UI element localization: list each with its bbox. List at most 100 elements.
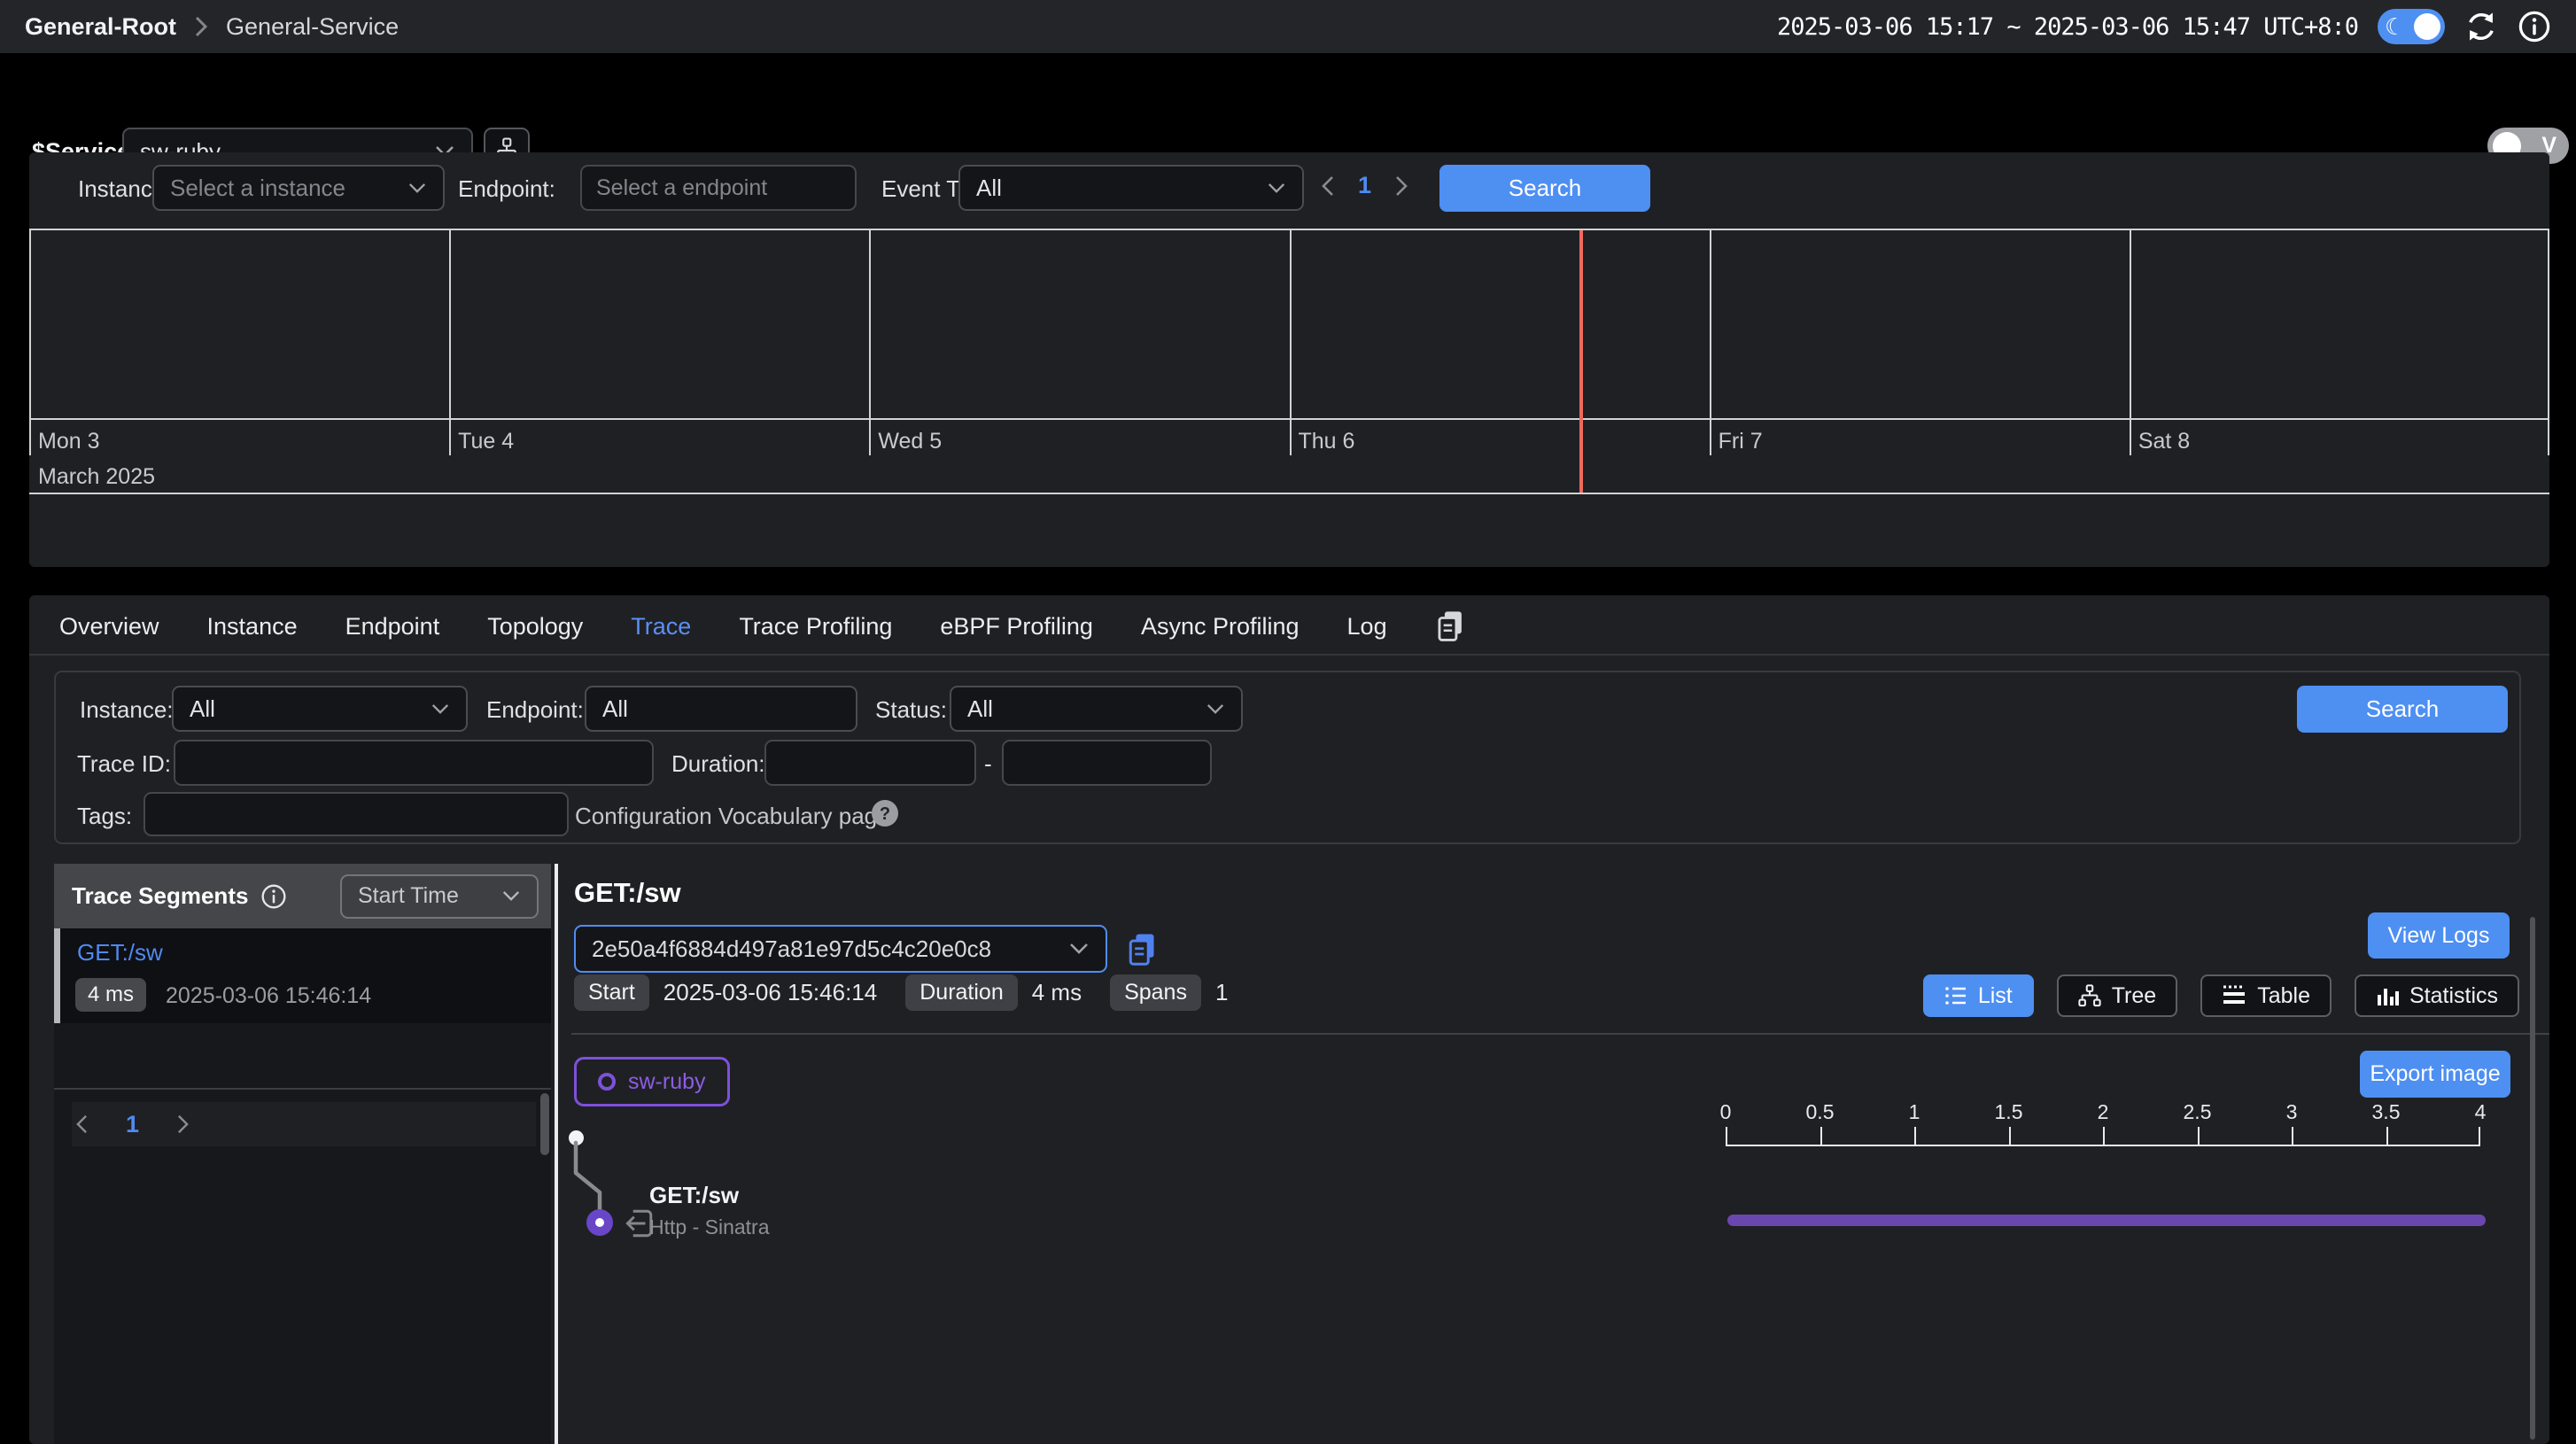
refresh-icon[interactable]	[2464, 10, 2498, 43]
segment-endpoint-link[interactable]: GET:/sw	[77, 939, 163, 967]
axis-tick	[2292, 1127, 2293, 1145]
segment-duration-badge: 4 ms	[75, 978, 146, 1012]
top-bar: General-Root General-Service 2025-03-06 …	[0, 0, 2576, 53]
event-instance-select[interactable]: Select a instance	[152, 165, 445, 211]
view-table-button[interactable]: Table	[2200, 974, 2332, 1017]
export-image-button[interactable]: Export image	[2360, 1051, 2510, 1098]
duration-label: Duration:	[671, 750, 765, 778]
tab-trace-profiling[interactable]: Trace Profiling	[739, 613, 892, 640]
breadcrumb-root[interactable]: General-Root	[25, 13, 176, 41]
span-endpoint-name[interactable]: GET:/sw	[649, 1182, 739, 1209]
duration-min-input[interactable]	[764, 740, 976, 786]
start-badge: Start	[574, 974, 649, 1011]
day-label: Tue 4	[458, 429, 514, 454]
axis-tick-label: 0.5	[1806, 1100, 1835, 1124]
prev-page-icon[interactable]	[1321, 175, 1335, 198]
view-tree-label: Tree	[2112, 983, 2156, 1009]
axis-tick-label: 1.5	[1995, 1100, 2023, 1124]
breadcrumb-current[interactable]: General-Service	[226, 13, 399, 41]
trace-filter-card: Instance: All Endpoint: All Status: All …	[54, 671, 2521, 844]
vocabulary-link[interactable]: Configuration Vocabulary page	[575, 803, 890, 830]
day-label: Thu 6	[1299, 429, 1355, 454]
view-logs-button[interactable]: View Logs	[2368, 912, 2510, 959]
trace-id-label: Trace ID:	[77, 750, 171, 778]
legend-service-chip[interactable]: sw-ruby	[574, 1057, 730, 1106]
view-list-button[interactable]: List	[1923, 974, 2034, 1017]
event-search-button[interactable]: Search	[1439, 165, 1650, 212]
event-type-select[interactable]: All	[958, 165, 1304, 211]
events-panel: Instance: Select a instance Endpoint: Ev…	[29, 152, 2549, 567]
tab-topology[interactable]: Topology	[487, 613, 583, 640]
breadcrumb: General-Root General-Service	[25, 13, 399, 41]
segments-sort-select[interactable]: Start Time	[340, 874, 539, 919]
tab-endpoint[interactable]: Endpoint	[345, 613, 440, 640]
page-number[interactable]: 1	[1358, 172, 1371, 199]
trace-segment-item[interactable]: GET:/sw 4 ms 2025-03-06 15:46:14	[54, 928, 551, 1023]
tab-instance[interactable]: Instance	[207, 613, 298, 640]
filter-status-label: Status:	[875, 696, 947, 724]
trace-search-button[interactable]: Search	[2297, 686, 2508, 733]
chevron-down-icon	[431, 703, 450, 716]
events-calendar-timeline[interactable]: Mon 3 Tue 4 Wed 5 Thu 6 Fri 7 Sat 8 Marc…	[29, 229, 2549, 494]
tab-bar: Overview Instance Endpoint Topology Trac…	[59, 609, 1467, 643]
tabs-divider	[29, 654, 2549, 656]
info-icon[interactable]	[2518, 10, 2551, 43]
copy-dashboard-icon[interactable]	[1435, 609, 1467, 643]
trace-id-value: 2e50a4f6884d497a81e97d5c4c20e0c8	[592, 935, 991, 963]
filter-endpoint-input[interactable]: All	[585, 686, 857, 732]
chevron-down-icon	[1206, 703, 1225, 716]
list-icon	[1944, 984, 1967, 1007]
detail-scrollbar-thumb[interactable]	[2530, 917, 2535, 1440]
trace-title: GET:/sw	[574, 877, 681, 909]
time-range-picker[interactable]: 2025-03-06 15:17 ~ 2025-03-06 15:47 UTC+…	[1777, 13, 2358, 41]
trace-id-input[interactable]	[174, 740, 654, 786]
event-endpoint-input[interactable]	[580, 165, 857, 211]
filter-status-select[interactable]: All	[950, 686, 1243, 732]
tab-overview[interactable]: Overview	[59, 613, 159, 640]
segments-scrollbar-thumb[interactable]	[540, 1093, 549, 1155]
duration-badge: Duration	[905, 974, 1018, 1011]
view-statistics-label: Statistics	[2409, 983, 2498, 1009]
skywalking-app: General-Root General-Service 2025-03-06 …	[0, 0, 2576, 1444]
duration-max-input[interactable]	[1002, 740, 1212, 786]
filter-instance-select[interactable]: All	[172, 686, 468, 732]
tab-trace[interactable]: Trace	[631, 613, 691, 640]
page-number[interactable]: 1	[126, 1111, 139, 1138]
segments-list-empty-area	[54, 1152, 533, 1444]
next-page-icon[interactable]	[176, 1114, 190, 1135]
axis-tick	[1914, 1127, 1916, 1145]
axis-tick-label: 1	[1909, 1100, 1920, 1124]
day-gridline	[449, 230, 451, 455]
view-tree-button[interactable]: Tree	[2057, 974, 2177, 1017]
axis-tick	[1820, 1127, 1822, 1145]
span-node[interactable]	[586, 1209, 613, 1236]
tab-log[interactable]: Log	[1347, 613, 1387, 640]
filter-instance-value: All	[190, 695, 215, 723]
spans-badge: Spans	[1110, 974, 1201, 1011]
segments-info-icon[interactable]	[260, 883, 287, 910]
duration-value: 4 ms	[1032, 979, 1082, 1006]
help-icon[interactable]: ?	[871, 799, 899, 827]
panel-splitter[interactable]	[555, 864, 558, 1444]
span-component-label: Http - Sinatra	[649, 1215, 770, 1239]
chevron-down-icon	[501, 889, 521, 903]
main-panel: Overview Instance Endpoint Topology Trac…	[29, 595, 2549, 1444]
copy-trace-id-icon[interactable]	[1126, 932, 1160, 967]
view-statistics-button[interactable]: Statistics	[2355, 974, 2519, 1017]
span-duration-bar[interactable]	[1727, 1215, 2486, 1226]
next-page-icon[interactable]	[1394, 175, 1408, 198]
axis-tick	[1726, 1127, 1727, 1145]
segments-divider	[54, 1088, 551, 1090]
segment-start-time: 2025-03-06 15:46:14	[166, 983, 371, 1009]
theme-toggle[interactable]: ☾	[2378, 9, 2445, 44]
event-instance-placeholder: Select a instance	[170, 175, 345, 202]
tab-async-profiling[interactable]: Async Profiling	[1141, 613, 1300, 640]
axis-rail	[1726, 1145, 2480, 1146]
trace-id-select[interactable]: 2e50a4f6884d497a81e97d5c4c20e0c8	[574, 925, 1107, 973]
tags-input[interactable]	[144, 792, 569, 836]
breadcrumb-chevron-icon	[194, 15, 208, 38]
axis-tick	[2009, 1127, 2011, 1145]
prev-page-icon[interactable]	[75, 1114, 89, 1135]
service-bar: $Service sw-ruby V	[0, 53, 2576, 152]
tab-ebpf-profiling[interactable]: eBPF Profiling	[940, 613, 1093, 640]
